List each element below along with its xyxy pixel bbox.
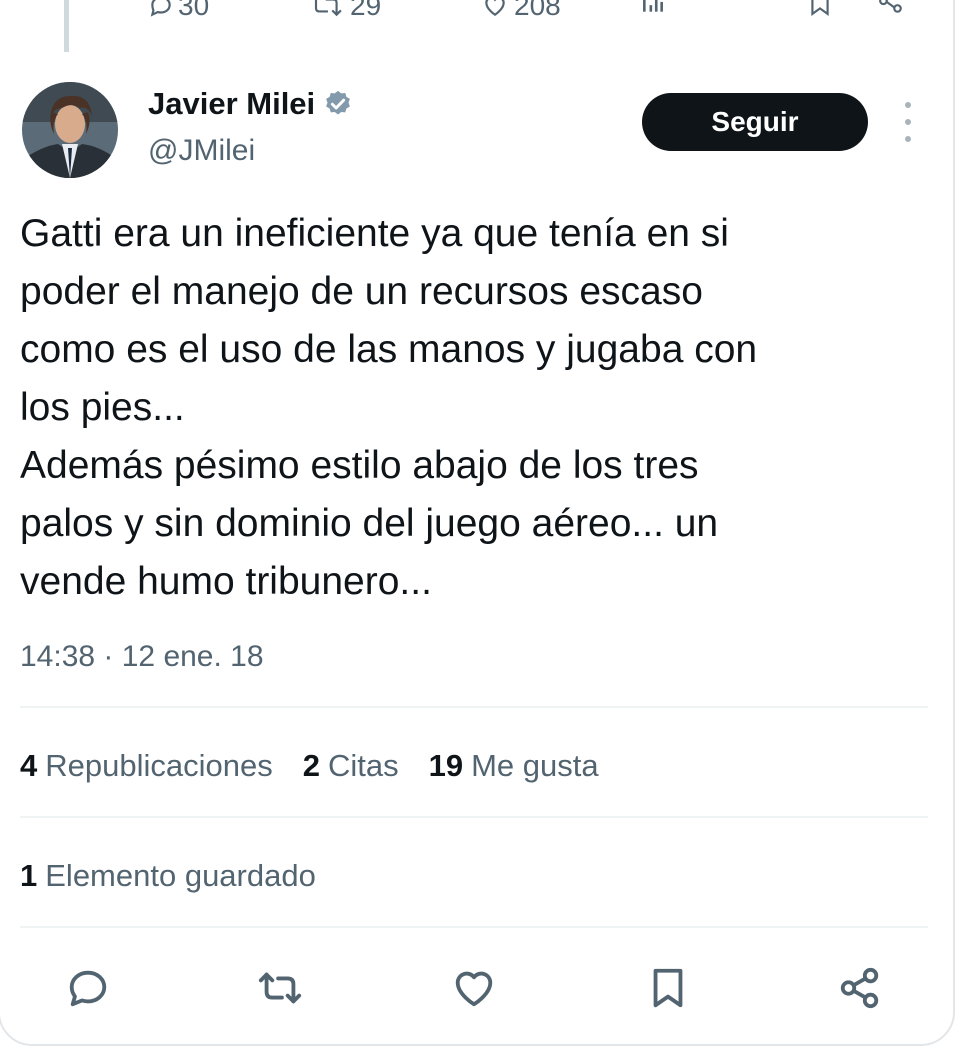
likes-label: Me gusta: [471, 748, 599, 783]
heart-icon: [485, 0, 505, 16]
reposts-label: Republicaciones: [45, 748, 273, 783]
divider: [20, 706, 928, 708]
bookmarks-count: 1: [20, 858, 38, 893]
author-name[interactable]: Javier Milei: [148, 84, 315, 124]
bookmarks-stat: 1 Elemento guardado: [20, 854, 316, 898]
reply-button[interactable]: [62, 962, 114, 1014]
reposts-stat[interactable]: 4 Republicaciones: [20, 744, 273, 788]
reposts-count: 4: [20, 748, 38, 783]
previous-repost-button[interactable]: 29: [312, 0, 381, 22]
heart-icon: [455, 971, 493, 1007]
tweet-text: Gatti era un ineficiente ya que tenía en…: [20, 212, 758, 603]
quotes-label: Citas: [327, 748, 399, 783]
repost-icon: [258, 972, 302, 1004]
more-icon-dot: [905, 136, 911, 142]
verified-badge-icon: [326, 90, 351, 115]
previous-like-count: 208: [514, 0, 561, 21]
bookmarks-label: Elemento guardado: [45, 858, 316, 893]
repost-icon: [314, 0, 342, 17]
author-handle[interactable]: @JMilei: [148, 132, 255, 170]
repost-button[interactable]: [254, 962, 306, 1014]
previous-repost-count: 29: [350, 0, 382, 21]
previous-reply-count: 30: [178, 0, 210, 21]
more-options-button[interactable]: [896, 102, 920, 142]
share-button[interactable]: [834, 962, 886, 1014]
divider: [20, 816, 928, 818]
share-icon: [879, 0, 902, 13]
likes-stat[interactable]: 19 Me gusta: [429, 744, 599, 788]
bookmark-icon: [653, 968, 683, 1008]
previous-views-button[interactable]: [638, 0, 668, 16]
previous-like-button[interactable]: 208: [480, 0, 561, 22]
divider: [20, 926, 928, 928]
previous-share-button[interactable]: [874, 0, 908, 16]
views-icon: [643, 0, 663, 12]
avatar-image: [22, 82, 118, 178]
follow-button[interactable]: Seguir: [642, 93, 868, 151]
share-icon: [840, 967, 879, 1009]
bookmark-icon: [811, 0, 829, 16]
author-name-row[interactable]: Javier Milei: [148, 84, 353, 124]
quotes-stat[interactable]: 2 Citas: [303, 744, 399, 788]
reply-icon: [150, 0, 171, 17]
quotes-count: 2: [302, 748, 320, 783]
more-icon-dot: [905, 102, 911, 108]
more-icon-dot: [905, 119, 911, 125]
reply-icon: [69, 970, 107, 1007]
bookmark-button[interactable]: [642, 962, 694, 1014]
likes-count: 19: [428, 748, 464, 783]
author-avatar[interactable]: [22, 82, 118, 178]
like-button[interactable]: [448, 962, 500, 1014]
tweet-timestamp[interactable]: 14:38 · 12 ene. 18: [20, 636, 264, 678]
tweet-page: 30 29 208 Javier Milei @JMilei Seguir Ga…: [0, 0, 960, 1049]
engagement-stats: 4 Republicaciones 2 Citas 19 Me gusta: [20, 744, 599, 788]
previous-reply-button[interactable]: 30: [148, 0, 209, 22]
previous-tweet-action-bar: 30 29 208: [0, 0, 960, 30]
previous-bookmark-button[interactable]: [806, 0, 834, 16]
